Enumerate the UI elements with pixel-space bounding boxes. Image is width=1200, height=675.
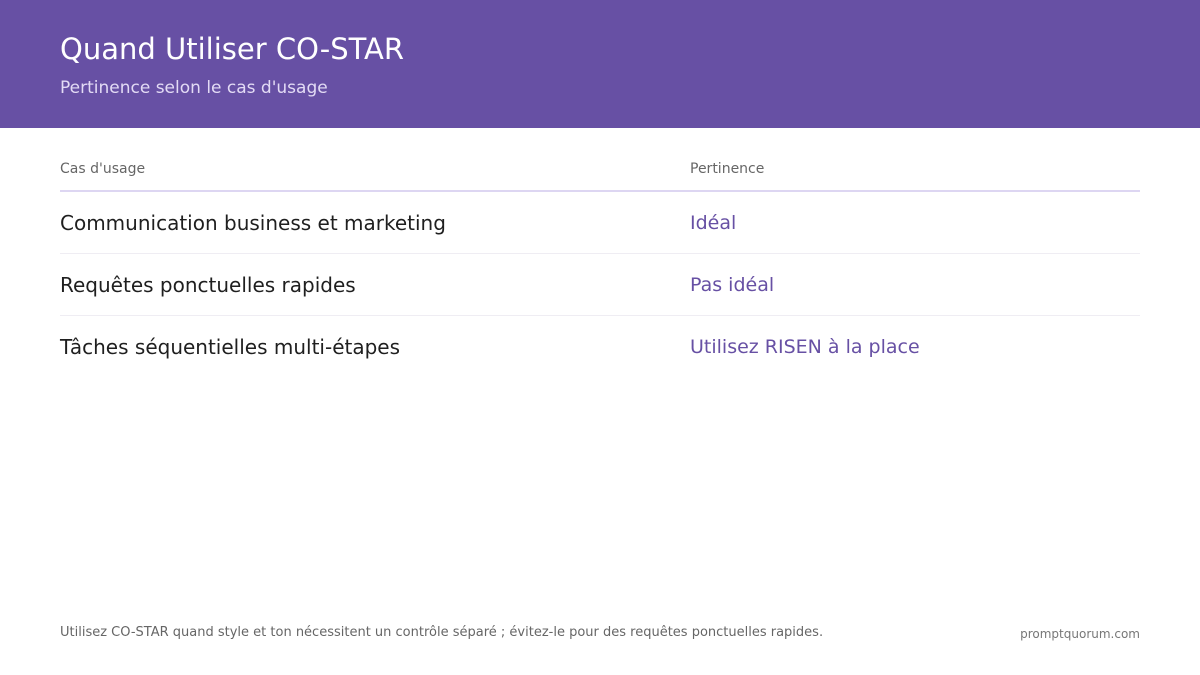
- page-subtitle: Pertinence selon le cas d'usage: [60, 78, 328, 98]
- table-row: Requêtes ponctuelles rapides Pas idéal: [60, 254, 1140, 316]
- table-row: Tâches séquentielles multi-étapes Utilis…: [60, 316, 1140, 378]
- use-case-cell: Communication business et marketing: [60, 211, 446, 235]
- use-case-cell: Requêtes ponctuelles rapides: [60, 273, 356, 297]
- table-row: Communication business et marketing Idéa…: [60, 192, 1140, 254]
- usage-table: Cas d'usage Pertinence Communication bus…: [60, 150, 1140, 378]
- page-title: Quand Utiliser CO-STAR: [60, 32, 405, 66]
- header-banner: Quand Utiliser CO-STAR Pertinence selon …: [0, 0, 1200, 128]
- fit-cell: Pas idéal: [690, 274, 775, 296]
- column-header-fit: Pertinence: [690, 161, 765, 177]
- fit-cell: Idéal: [690, 212, 737, 234]
- footer-brand: promptquorum.com: [1020, 627, 1140, 641]
- column-header-use-case: Cas d'usage: [60, 161, 146, 177]
- fit-cell: Utilisez RISEN à la place: [690, 336, 920, 358]
- slide: Quand Utiliser CO-STAR Pertinence selon …: [0, 0, 1200, 675]
- use-case-cell: Tâches séquentielles multi-étapes: [60, 335, 401, 359]
- footer-note: Utilisez CO-STAR quand style et ton néce…: [60, 625, 824, 640]
- table-header: Cas d'usage Pertinence: [60, 150, 1140, 192]
